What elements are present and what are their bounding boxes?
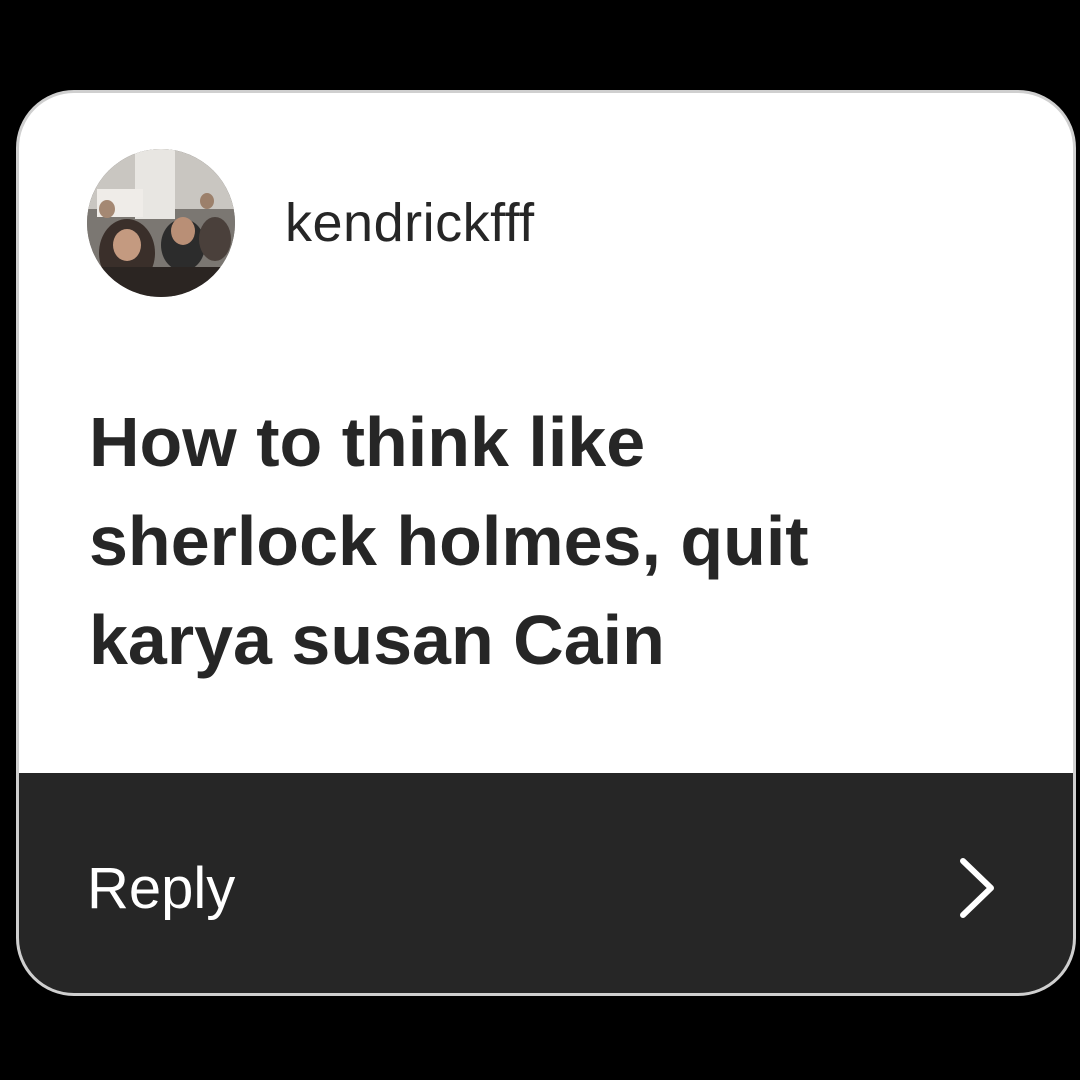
username: kendrickfff: [285, 193, 535, 253]
question-line: How to think like: [89, 403, 646, 481]
avatar-photo: [87, 149, 235, 297]
question-line: sherlock holmes, quit: [89, 502, 809, 580]
avatar[interactable]: [87, 149, 235, 297]
story-screen: kendrickfff How to think like sherlock h…: [0, 0, 1080, 1080]
question-sticker-card: kendrickfff How to think like sherlock h…: [16, 90, 1076, 996]
question-line: karya susan Cain: [89, 601, 665, 679]
card-header: kendrickfff: [87, 149, 535, 297]
reply-button[interactable]: Reply: [19, 773, 1073, 993]
reply-label: Reply: [87, 856, 236, 921]
question-text: How to think like sherlock holmes, quit …: [89, 393, 1029, 690]
chevron-right-icon: [960, 858, 994, 918]
